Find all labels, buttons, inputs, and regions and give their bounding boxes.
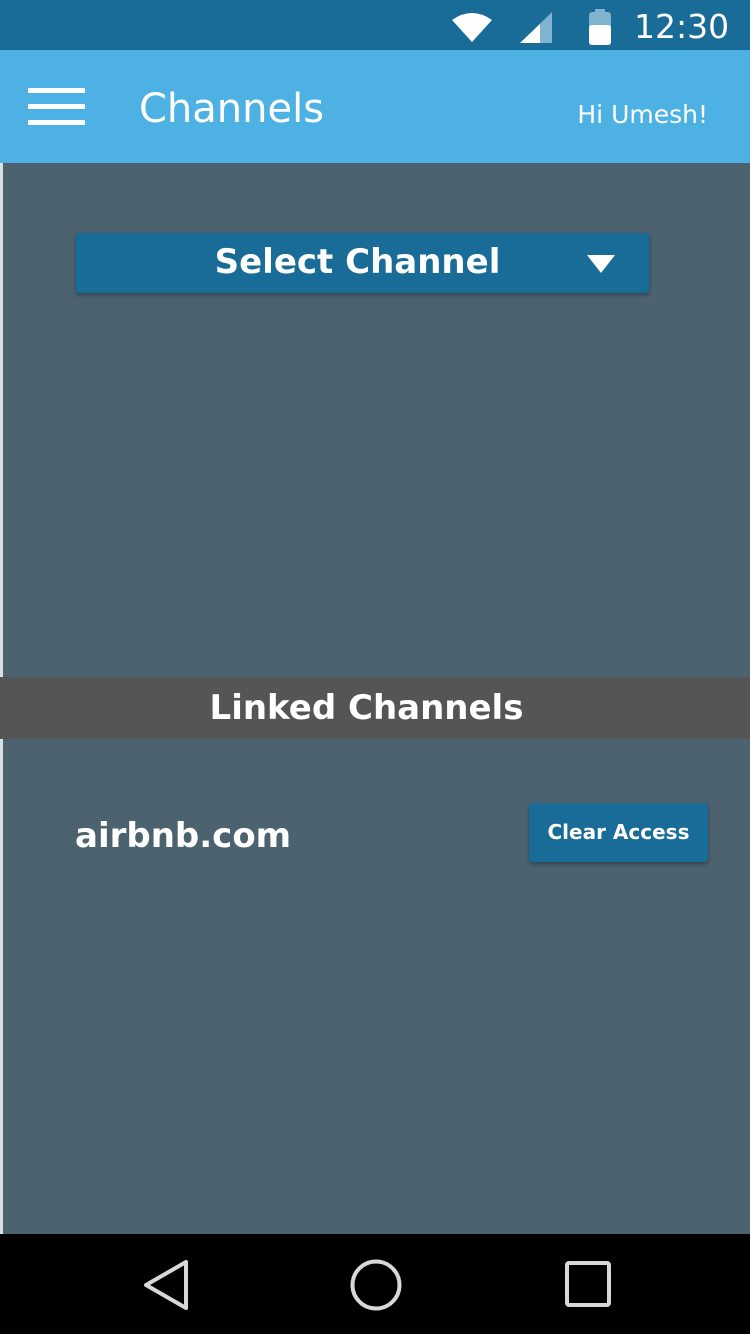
channel-name: airbnb.com — [75, 816, 292, 856]
battery-icon — [589, 9, 611, 45]
system-nav-bar — [0, 1234, 750, 1334]
menu-line — [28, 120, 85, 125]
linked-channels-header: Linked Channels — [0, 677, 750, 739]
status-bar: 12:30 — [0, 0, 750, 50]
screen: 12:30 Channels Hi Umesh! Select Channel … — [0, 0, 750, 1334]
home-icon[interactable] — [349, 1258, 403, 1312]
dropdown-caret-icon — [587, 255, 615, 273]
status-time: 12:30 — [634, 7, 730, 46]
linked-channel-row: airbnb.com Clear Access — [3, 803, 750, 863]
menu-line — [28, 104, 85, 109]
select-channel-dropdown[interactable]: Select Channel — [76, 233, 649, 293]
linked-channels-title: Linked Channels — [209, 688, 524, 728]
back-icon[interactable] — [140, 1258, 192, 1312]
cell-signal-icon — [520, 12, 552, 43]
recents-icon[interactable] — [564, 1260, 614, 1310]
menu-line — [28, 88, 85, 93]
hamburger-menu-icon[interactable] — [28, 87, 86, 129]
user-greeting: Hi Umesh! — [577, 100, 708, 129]
clear-access-button[interactable]: Clear Access — [529, 803, 708, 862]
select-channel-label: Select Channel — [214, 242, 501, 282]
app-bar: Channels Hi Umesh! — [0, 50, 750, 163]
main-content: Select Channel Linked Channels airbnb.co… — [0, 163, 750, 1234]
page-title: Channels — [139, 86, 325, 132]
wifi-icon — [452, 13, 492, 42]
